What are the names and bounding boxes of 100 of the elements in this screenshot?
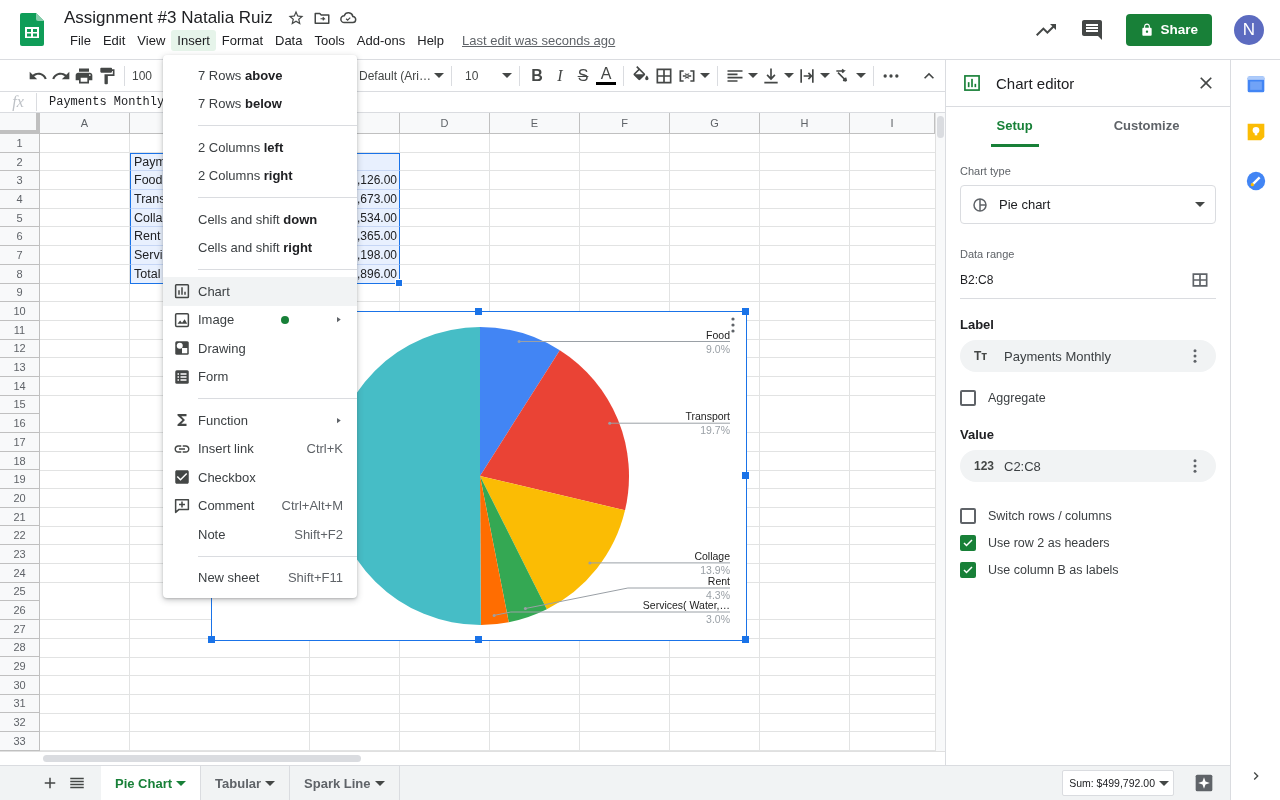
document-title[interactable]: Assignment #3 Natalia Ruiz	[64, 8, 273, 28]
row-number[interactable]: 16	[0, 414, 40, 433]
column-header[interactable]: D	[400, 113, 490, 134]
row-number[interactable]: 10	[0, 302, 40, 321]
selection-handle[interactable]	[395, 278, 403, 287]
paint-format-icon[interactable]	[97, 65, 117, 86]
resize-handle[interactable]	[742, 636, 749, 643]
column-header[interactable]: F	[580, 113, 670, 134]
row-number[interactable]: 33	[0, 732, 40, 751]
share-button[interactable]: Share	[1126, 13, 1212, 46]
caret-icon[interactable]	[700, 73, 711, 78]
menu-item[interactable]: 2 Columns left	[163, 133, 357, 162]
chart-icon	[962, 73, 982, 93]
text-style-button[interactable]: I	[550, 66, 571, 85]
checkbox[interactable]	[960, 561, 976, 578]
scroll-thumb[interactable]	[937, 116, 944, 138]
text-style-button[interactable]: B	[527, 66, 548, 85]
row-number[interactable]: 20	[0, 489, 40, 508]
row-number[interactable]: 32	[0, 713, 40, 732]
calendar-icon[interactable]	[1245, 74, 1266, 94]
menu-item[interactable]: Cells and shift right	[163, 233, 357, 262]
menu-item[interactable]: 7 Rows below	[163, 89, 357, 118]
row-number[interactable]: 26	[0, 601, 40, 620]
menu-item[interactable]: Cells and shift down	[163, 205, 357, 234]
shortcut-text: Shift+F2	[294, 526, 343, 542]
resize-handle[interactable]	[475, 636, 482, 643]
menu-item[interactable]: 2 Columns right	[163, 161, 357, 190]
row-number[interactable]: 29	[0, 657, 40, 676]
caret-icon[interactable]	[856, 73, 867, 78]
menu-item[interactable]: View	[131, 30, 172, 51]
menu-item[interactable]: Format	[215, 30, 269, 51]
value-label: 3.0%	[706, 613, 730, 625]
form-icon	[173, 367, 191, 386]
menu-item[interactable]: Tools	[308, 30, 351, 51]
caret-icon[interactable]	[820, 73, 831, 78]
avatar[interactable]: N	[1234, 14, 1264, 45]
comment-icon[interactable]	[1080, 17, 1105, 42]
chart-menu-icon[interactable]	[731, 317, 735, 333]
resize-handle[interactable]	[208, 636, 215, 643]
column-header[interactable]: H	[760, 113, 850, 134]
sheet-tab[interactable]: Pie Chart	[101, 766, 202, 800]
column-header[interactable]: A	[40, 113, 130, 134]
menu-item[interactable]: Chart	[163, 277, 357, 306]
caret-icon[interactable]	[502, 73, 513, 78]
sheet-tab[interactable]: Tabular	[201, 766, 291, 800]
menu-item[interactable]: Edit	[96, 30, 132, 51]
tab[interactable]: Setup	[990, 107, 1039, 147]
resize-handle[interactable]	[742, 472, 749, 479]
row-number[interactable]: 3	[0, 171, 40, 191]
row-number[interactable]: 7	[0, 246, 40, 265]
grid-select-icon[interactable]	[1190, 270, 1210, 290]
resize-handle[interactable]	[475, 308, 482, 315]
checkbox-label: Switch rows / columns	[988, 508, 1112, 523]
last-edit-link[interactable]: Last edit was seconds ago	[462, 33, 616, 48]
chip-icon: 123	[974, 459, 992, 473]
slice-label: Transport	[685, 410, 730, 423]
menu-item[interactable]: Help	[411, 30, 450, 51]
row-number[interactable]: 22	[0, 526, 40, 546]
caret-icon[interactable]	[748, 73, 759, 78]
resize-handle[interactable]	[742, 308, 749, 315]
tasks-icon[interactable]	[1244, 170, 1267, 192]
star-icon[interactable]	[286, 9, 305, 27]
tab[interactable]: Customize	[1107, 107, 1186, 147]
column-header[interactable]: I	[850, 113, 935, 134]
formula-field[interactable]: Payments Monthly	[37, 95, 165, 109]
data-range-field[interactable]: B2:C8	[960, 268, 1216, 299]
row-number[interactable]: 19	[0, 470, 40, 490]
checkbox[interactable]	[960, 534, 976, 551]
scroll-thumb[interactable]	[43, 755, 361, 762]
text-style-button[interactable]: A	[596, 66, 617, 85]
caret-icon[interactable]	[434, 73, 445, 78]
row-number[interactable]: 13	[0, 358, 40, 377]
row-number[interactable]: 6	[0, 227, 40, 247]
value-chip[interactable]: 123 C2:C8	[960, 450, 1216, 482]
menu-item[interactable]: 7 Rows above	[163, 61, 357, 90]
chart-type-dropdown[interactable]: Pie chart	[960, 185, 1216, 224]
caret-icon	[265, 780, 276, 786]
checkbox[interactable]	[960, 507, 976, 524]
sum-dropdown[interactable]: Sum: $499,792.00	[1062, 770, 1174, 796]
font-size-select[interactable]: 10	[459, 68, 500, 83]
sheet-tab[interactable]: Spark Line	[290, 766, 400, 800]
caret-icon[interactable]	[784, 73, 795, 78]
row-number[interactable]: 17	[0, 433, 40, 452]
menu-item[interactable]: Insert	[171, 30, 216, 51]
checkbox-label: Aggregate	[988, 390, 1046, 405]
row-number[interactable]: 1	[0, 134, 40, 153]
explore-icon[interactable]	[1194, 773, 1214, 793]
row-number[interactable]: 23	[0, 545, 40, 564]
checkbox[interactable]	[960, 389, 976, 406]
caret-icon	[1159, 780, 1169, 786]
menu-item[interactable]: File	[64, 30, 97, 51]
sheets-logo-icon[interactable]	[20, 13, 44, 46]
row-number[interactable]: 4	[0, 190, 40, 209]
label-chip[interactable]: Tт Payments Monthly	[960, 340, 1216, 372]
column-header[interactable]: G	[670, 113, 760, 134]
menu-item[interactable]: Data	[269, 30, 309, 51]
text-style-button[interactable]: S	[573, 66, 594, 85]
slice-label: Rent	[707, 575, 730, 587]
menu-item[interactable]: Add-ons	[350, 30, 412, 51]
column-header[interactable]: E	[490, 113, 580, 134]
